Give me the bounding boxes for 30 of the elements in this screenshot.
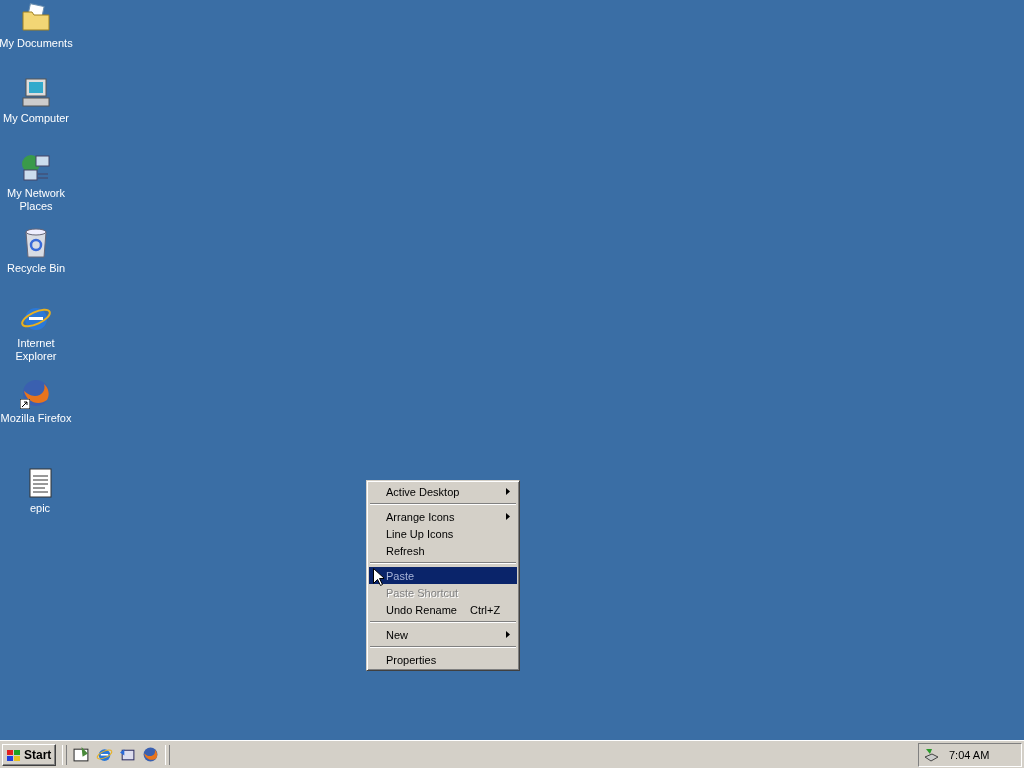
menu-item[interactable]: Active Desktop xyxy=(369,483,517,500)
desktop-icon-label[interactable]: epic xyxy=(29,502,51,515)
folder-icon xyxy=(20,2,52,34)
menu-item[interactable]: New xyxy=(369,626,517,643)
network-tray-icon[interactable] xyxy=(923,746,939,763)
desktop-icon-label[interactable]: My Network Places xyxy=(0,187,73,213)
show-desktop-icon[interactable] xyxy=(73,746,91,763)
menu-item[interactable]: Undo Rename Ctrl+Z xyxy=(369,601,517,618)
desktop-icon-label[interactable]: Recycle Bin xyxy=(6,262,66,275)
submenu-arrow-icon xyxy=(506,631,510,638)
menu-item[interactable]: Refresh xyxy=(369,542,517,559)
menu-item[interactable]: Arrange Icons xyxy=(369,508,517,525)
desktop-icon-label[interactable]: My Documents xyxy=(0,37,73,50)
mouse-pointer-icon xyxy=(373,568,384,586)
network-icon xyxy=(20,152,52,184)
menu-item[interactable]: Line Up Icons xyxy=(369,525,517,542)
fox-globe-icon[interactable] xyxy=(142,746,160,763)
shortcut-arrow-icon xyxy=(20,399,30,409)
windows-flag-icon xyxy=(6,747,22,762)
fox-globe-icon xyxy=(20,377,52,409)
desktop-icon-label[interactable]: My Computer xyxy=(3,112,69,125)
clock[interactable]: 7:04 AM xyxy=(949,748,990,761)
desktop-icon-label[interactable]: Mozilla Firefox xyxy=(0,412,72,425)
computer-icon xyxy=(20,77,52,109)
submenu-arrow-icon xyxy=(506,513,510,520)
menu-item[interactable]: Properties xyxy=(369,651,517,668)
desktop-icon-label[interactable]: Internet Explorer xyxy=(0,337,73,363)
start-button[interactable]: Start xyxy=(2,743,57,766)
browser-e-icon[interactable] xyxy=(96,746,114,763)
submenu-arrow-icon xyxy=(506,488,510,495)
